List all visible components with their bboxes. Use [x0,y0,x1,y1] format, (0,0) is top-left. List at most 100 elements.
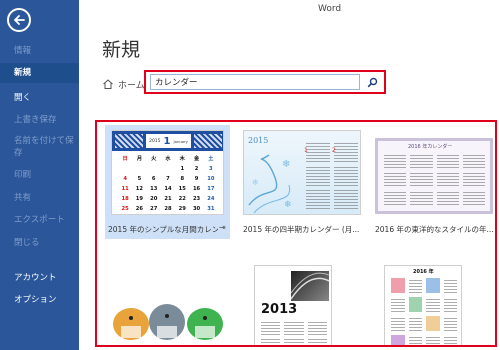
calendar-day: 5 [137,176,142,182]
sidebar-item-open[interactable]: 開く [0,88,79,108]
template-label: 2015 年の四半期カレンダー (月... [243,225,360,234]
calendar-day: 26 [135,206,144,212]
sidebar-item-print[interactable]: 印刷 [0,165,79,185]
template-tile[interactable]: 2016 年 [372,257,495,345]
calendar-day: 18 [121,196,129,202]
calendar-day: 13 [150,186,158,192]
calendar-day: 9 [194,176,199,182]
sidebar-item-save-as[interactable]: 名前を付けて保存 [0,133,79,159]
calendar-day: 23 [192,196,201,202]
mini-month-grid [389,276,459,345]
sidebar-item-save[interactable]: 上書き保存 [0,110,79,130]
sidebar-item-new[interactable]: 新規 [0,63,79,83]
template-thumbnail [109,286,227,345]
snowflake-swirl-art: ❄ ❄ ❄ [248,154,292,214]
sidebar-item-share[interactable]: 共有 [0,188,79,208]
thumb-month: 1 [163,135,171,147]
month-number: 2 [332,147,336,154]
home-link[interactable]: ホーム [102,76,145,92]
calendar-weekday-label: 土 [208,156,214,162]
thumb-year: 2013 [261,302,298,317]
home-label: ホーム [118,80,145,91]
page-title: 新規 [102,39,141,61]
calendar-day: 30 [192,206,201,212]
template-thumbnail: 2016 年カレンダー [375,138,493,214]
backstage-sidebar: 情報 新規 開く 上書き保存 名前を付けて保存 印刷 共有 エクスポート 閉じる… [0,0,79,350]
pattern-block [194,134,222,148]
sidebar-item-export[interactable]: エクスポート [0,210,79,230]
calendar-day: 21 [164,196,172,202]
template-tile[interactable] [105,272,230,345]
calendar-day: 2 [194,166,199,172]
word-backstage-window: 情報 新規 開く 上書き保存 名前を付けて保存 印刷 共有 エクスポート 閉じる… [0,0,500,350]
template-tile[interactable]: 2013 [240,257,365,345]
calendar-day: 15 [178,186,186,192]
template-label: 2016 年の東洋的なスタイルの年... [375,225,494,234]
calendar-day: 25 [121,206,129,212]
thumb-month-en: January [173,138,188,144]
calendar-header-band: 2015 1 January [112,131,223,151]
pin-icon[interactable]: ⇥ [219,223,226,232]
pattern-block [115,134,143,148]
calendar-weekday-label: 月 [136,156,143,162]
calendar-day: 1 [180,166,185,172]
back-button[interactable] [7,8,31,32]
calendar-day [161,164,175,174]
calendar-day: 28 [164,206,172,212]
calendar-day: 27 [150,206,158,212]
sidebar-item-info[interactable]: 情報 [0,41,79,61]
calendar-day [147,164,161,174]
calendar-weekday-label: 木 [179,156,185,162]
calendar-day: 8 [180,176,185,182]
calendar-day: 14 [164,186,172,192]
calendar-day [132,164,146,174]
app-title: Word [318,4,342,14]
calendar-day: 3 [209,166,213,172]
sidebar-item-options[interactable]: オプション [0,290,79,310]
mini-month-grid [259,320,329,345]
calendar-day: 6 [151,176,156,182]
photo-block [291,271,329,301]
calendar-day: 24 [207,196,215,202]
calendar-day: 17 [207,186,215,192]
animal-illustration [113,304,223,340]
sidebar-item-close[interactable]: 閉じる [0,233,79,253]
template-results: 2015 1 January 日月火水木金土 1 2 3 4 5 6 7 8 9 10 11 12 13 1… [95,120,497,347]
calendar-day: 12 [135,186,144,192]
template-thumbnail: 2015 ❄ ❄ ❄ 1 2 [243,130,361,215]
calendar-day: 19 [135,196,144,202]
home-icon [103,79,113,89]
calendar-day: 10 [207,176,215,182]
month-number: 1 [304,147,308,154]
arrow-left-icon [14,15,25,25]
search-input[interactable] [150,74,360,90]
search-button[interactable] [364,74,380,90]
search-highlight [144,70,386,94]
calendar-weekday-label: 火 [151,156,157,162]
svg-text:❄: ❄ [284,200,292,210]
thumb-year: 2015 [149,138,161,144]
calendar-day: 31 [207,206,215,212]
calendar-day [118,164,132,174]
template-thumbnail: 2016 年 [384,265,462,345]
template-tile[interactable]: 2015 ❄ ❄ ❄ 1 2 2015 年の四半期カレンダー (月... [240,125,365,239]
calendar-day: 16 [192,186,201,192]
svg-text:❄: ❄ [282,159,290,170]
template-tile[interactable]: 2016 年カレンダー 2016 年の東洋的なスタイルの年... [372,125,495,239]
calendar-day: 11 [121,186,129,192]
calendar-weekday-label: 金 [193,156,200,162]
calendar-day: 29 [178,206,186,212]
calendar-day: 7 [166,176,170,182]
template-thumbnail: 2013 [254,265,332,345]
thumb-year: 2016 年 [413,269,434,275]
calendar-day: 4 [123,176,127,182]
sidebar-item-account[interactable]: アカウント [0,268,79,288]
template-label: 2015 年のシンプルな月間カレン... [108,225,218,234]
calendar-day: 20 [150,196,158,202]
calendar-grid: 日月火水木金土 1 2 3 4 5 6 7 8 9 10 11 12 13 14 15 16 17 18 19 20 21… [118,154,218,214]
calendar-weekday-label: 水 [165,156,171,162]
search-icon [367,77,377,87]
template-thumbnail: 2015 1 January 日月火水木金土 1 2 3 4 5 6 7 8 9 10 11 12 13 1… [111,130,224,215]
template-tile[interactable]: 2015 1 January 日月火水木金土 1 2 3 4 5 6 7 8 9 10 11 12 13 1… [105,125,230,239]
mini-month-grid [382,151,487,207]
